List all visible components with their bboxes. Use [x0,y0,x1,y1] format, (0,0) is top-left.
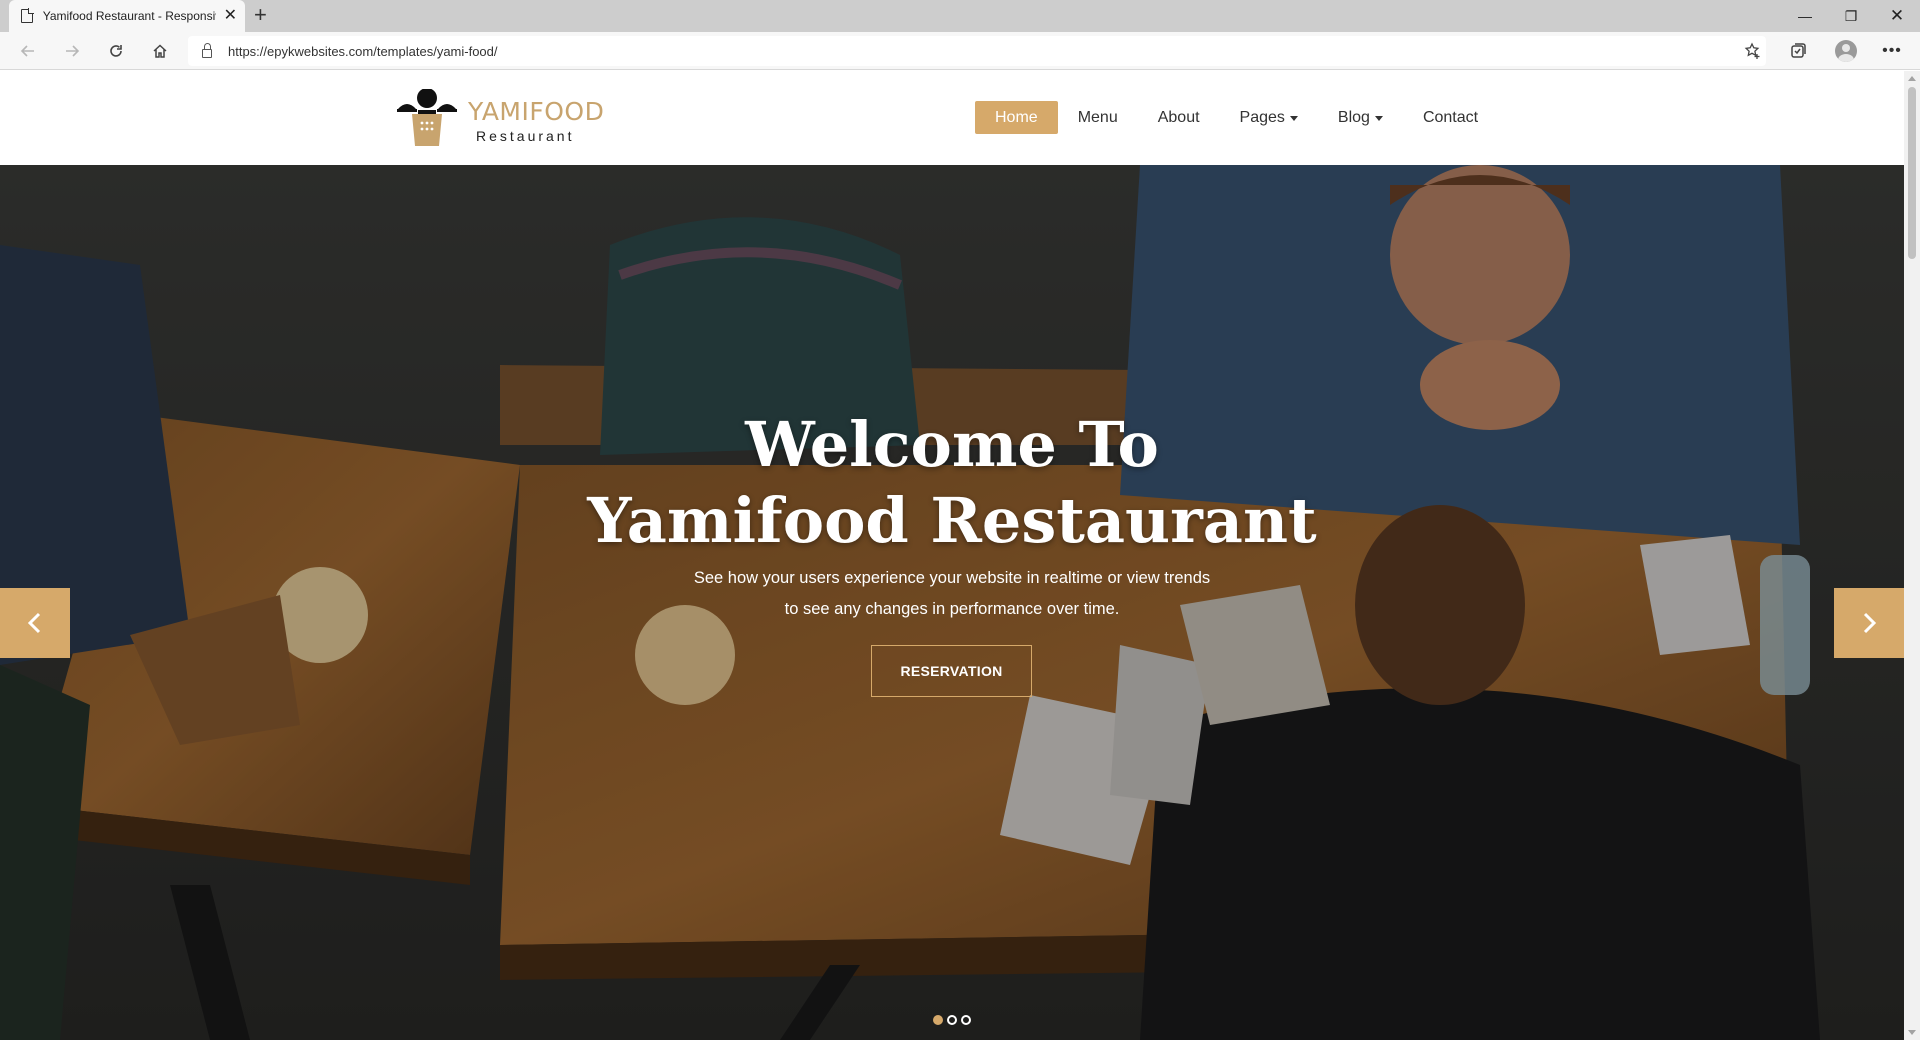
page-scrollbar[interactable] [1904,71,1920,1040]
scroll-down-icon[interactable] [1908,1030,1916,1035]
close-tab-icon[interactable]: ✕ [224,8,237,24]
home-icon [153,44,167,58]
tab-title: Yamifood Restaurant - Responsive [42,9,216,23]
star-add-icon [1744,42,1760,59]
back-button[interactable] [10,32,46,70]
prev-slide-button[interactable] [0,588,70,658]
new-tab-button[interactable]: + [254,4,267,26]
hero-title: Welcome To Yamifood Restaurant [0,407,1904,559]
nav-pages[interactable]: Pages [1220,101,1318,134]
url-text[interactable]: https://epykwebsites.com/templates/yami-… [228,44,498,59]
site-logo[interactable]: YAMIFOOD Restaurant [394,89,604,149]
logo-name: YAMIFOOD [468,97,605,126]
caret-down-icon [1289,115,1298,121]
chef-logo-icon [397,89,457,146]
nav-menu[interactable]: Menu [1058,101,1138,134]
nav-home[interactable]: Home [975,101,1058,134]
browser-tab-bar: Yamifood Restaurant - Responsive ✕ + — ❐… [0,0,1920,32]
next-slide-button[interactable] [1834,588,1904,658]
avatar-icon [1835,40,1857,62]
collections-button[interactable] [1780,32,1816,70]
collections-icon [1791,43,1806,58]
hero-subtitle: See how your users experience your websi… [693,569,1211,618]
more-menu-icon[interactable]: ••• [1874,32,1910,70]
hero-title-line2: Yamifood Restaurant [587,484,1317,557]
site-header: YAMIFOOD Restaurant Home Menu About Page… [0,71,1904,165]
home-button[interactable] [142,32,178,70]
logo-subtitle: Restaurant [476,128,575,144]
nav-pages-label: Pages [1239,108,1285,126]
lock-icon[interactable] [202,43,212,58]
minimize-button[interactable]: — [1782,0,1828,32]
chevron-left-icon [27,612,41,634]
favorites-button[interactable] [1735,32,1771,70]
scrollbar-thumb[interactable] [1908,87,1916,259]
scroll-up-icon[interactable] [1908,76,1916,81]
page-icon [21,8,34,23]
nav-blog[interactable]: Blog [1318,101,1403,134]
refresh-button[interactable] [98,32,134,70]
profile-button[interactable] [1828,32,1864,70]
main-nav: Home Menu About Pages Blog Contact [975,101,1498,134]
back-arrow-icon [20,45,34,57]
hero-title-line1: Welcome To [745,408,1159,481]
address-bar[interactable]: https://epykwebsites.com/templates/yami-… [188,36,1766,66]
nav-blog-label: Blog [1337,108,1370,126]
restore-button[interactable]: ❐ [1828,0,1874,32]
browser-toolbar: https://epykwebsites.com/templates/yami-… [0,32,1920,70]
refresh-icon [110,45,122,57]
slider-dot[interactable] [933,1015,943,1025]
slider-dot[interactable] [961,1015,971,1025]
browser-tab[interactable]: Yamifood Restaurant - Responsive ✕ [9,0,245,32]
page-viewport: YAMIFOOD Restaurant Home Menu About Page… [0,71,1904,1040]
chevron-right-icon [1863,612,1877,634]
caret-down-icon [1374,115,1383,121]
slider-dot[interactable] [947,1015,957,1025]
nav-about[interactable]: About [1138,101,1220,134]
forward-button[interactable] [54,32,90,70]
close-window-button[interactable]: ✕ [1874,0,1920,32]
reservation-button[interactable]: RESERVATION [871,645,1032,697]
nav-contact[interactable]: Contact [1403,101,1498,134]
forward-arrow-icon [66,45,80,57]
slider-dots [933,1015,971,1025]
hero-slider: Welcome To Yamifood Restaurant See how y… [0,165,1904,1040]
